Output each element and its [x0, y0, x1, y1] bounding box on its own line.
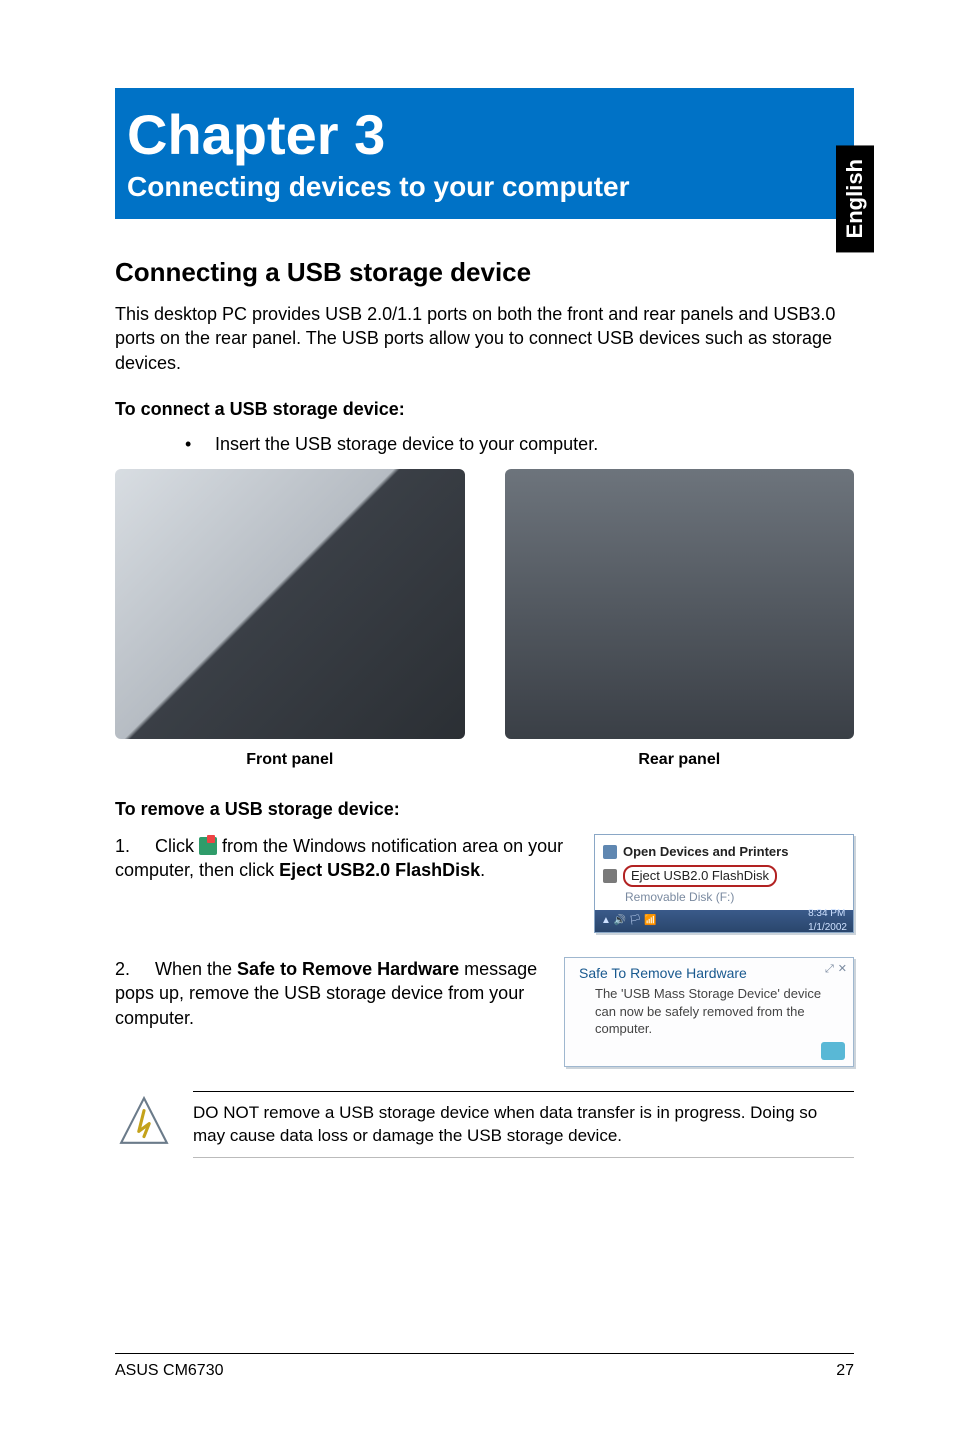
- step1-end: .: [480, 860, 485, 880]
- remove-heading: To remove a USB storage device:: [115, 799, 854, 820]
- remove-step-1: 1.Click from the Windows notification ar…: [115, 834, 854, 933]
- connect-bullet: • Insert the USB storage device to your …: [115, 434, 854, 455]
- step1-text-pre: Click: [155, 836, 199, 856]
- front-panel-caption: Front panel: [115, 751, 465, 769]
- step1-bold: Eject USB2.0 FlashDisk: [279, 860, 480, 880]
- warning-note: DO NOT remove a USB storage device when …: [115, 1091, 854, 1169]
- footer-page-number: 27: [836, 1362, 854, 1380]
- footer-model: ASUS CM6730: [115, 1362, 224, 1380]
- chapter-subtitle: Connecting devices to your computer: [127, 171, 842, 203]
- safe-remove-title: Safe To Remove Hardware: [579, 964, 747, 983]
- usb-tray-icon: [821, 1042, 845, 1060]
- step-number-1: 1.: [115, 834, 155, 858]
- tray-eject-icon: [199, 837, 217, 855]
- eject-icon: [603, 869, 617, 883]
- safe-remove-tooltip: ⤢ ✕ Safe To Remove Hardware The 'USB Mass…: [564, 957, 854, 1067]
- language-tab: English: [836, 145, 874, 252]
- tooltip-min-icon: ⤢: [825, 962, 834, 977]
- warning-icon: [115, 1095, 173, 1147]
- connect-heading: To connect a USB storage device:: [115, 399, 854, 420]
- taskbar-preview: ▲ 🔊 🏳 📶 8:34 PM 1/1/2002: [595, 910, 853, 932]
- chapter-title: Chapter 3: [127, 102, 842, 167]
- taskbar-time: 8:34 PM: [808, 908, 845, 919]
- section-intro: This desktop PC provides USB 2.0/1.1 por…: [115, 302, 854, 375]
- front-panel-figure: Front panel: [115, 469, 465, 769]
- devices-printers-icon: [603, 845, 617, 859]
- step2-bold: Safe to Remove Hardware: [237, 959, 459, 979]
- connect-bullet-text: Insert the USB storage device to your co…: [215, 434, 598, 455]
- warning-text: DO NOT remove a USB storage device when …: [193, 1102, 854, 1148]
- rear-panel-caption: Rear panel: [505, 751, 855, 769]
- menu-removable-disk: Removable Disk (F:): [603, 889, 845, 906]
- bullet-icon: •: [185, 434, 215, 455]
- tooltip-close-icon: ✕: [838, 962, 847, 977]
- rear-panel-figure: Rear panel: [505, 469, 855, 769]
- taskbar-tray-icons: ▲ 🔊 🏳 📶: [601, 914, 657, 928]
- remove-step-2: 2.When the Safe to Remove Hardware messa…: [115, 957, 854, 1067]
- menu-eject-flashdisk: Eject USB2.0 FlashDisk: [623, 865, 777, 887]
- page-footer: ASUS CM6730 27: [115, 1353, 854, 1380]
- front-panel-illustration: [115, 469, 465, 739]
- rear-panel-illustration: [505, 469, 855, 739]
- chapter-banner: Chapter 3 Connecting devices to your com…: [115, 88, 854, 219]
- step2-text-pre: When the: [155, 959, 237, 979]
- safe-remove-body: The 'USB Mass Storage Device' device can…: [595, 985, 845, 1038]
- section-heading: Connecting a USB storage device: [115, 257, 854, 288]
- step-number-2: 2.: [115, 957, 155, 981]
- eject-context-menu: Open Devices and Printers Eject USB2.0 F…: [594, 834, 854, 933]
- taskbar-date: 1/1/2002: [808, 922, 847, 933]
- menu-open-devices: Open Devices and Printers: [623, 843, 788, 861]
